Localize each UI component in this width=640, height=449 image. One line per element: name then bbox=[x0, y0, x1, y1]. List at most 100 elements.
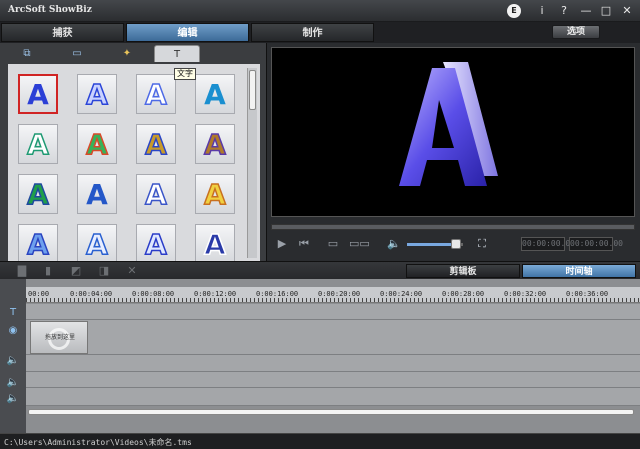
preview-screen: A bbox=[271, 46, 635, 217]
volume-knob[interactable] bbox=[451, 239, 461, 249]
text-style-letter: A bbox=[85, 77, 108, 112]
drop-zone-clip[interactable]: 拖放到这里 bbox=[30, 321, 88, 354]
text-style-letter: A bbox=[144, 77, 167, 112]
main-tab-bar: 捕获 编辑 制作 bbox=[0, 22, 640, 43]
timeline-area: T ◉ 🔈 🔈 🔈 00:00 0:00:04:00 0:00:08:00 0:00:… bbox=[0, 279, 640, 433]
text-style-letter: A bbox=[203, 177, 226, 212]
title-bar: ArcSoft ShowBiz E i ? — □ ✕ bbox=[0, 0, 640, 22]
voice-track[interactable] bbox=[26, 388, 640, 406]
text-style-letter: A bbox=[26, 227, 49, 261]
text-style-thumb[interactable]: A bbox=[136, 74, 176, 114]
status-bar: C:\Users\Administrator\Videos\未命名.tms bbox=[0, 433, 640, 449]
trash-icon[interactable]: ▇ bbox=[16, 265, 28, 277]
app-title: ArcSoft ShowBiz bbox=[8, 5, 92, 15]
text-style-thumb[interactable]: A bbox=[136, 174, 176, 214]
tab-timeline[interactable]: 时间轴 bbox=[522, 264, 636, 278]
tab-edit[interactable]: 编辑 bbox=[126, 23, 249, 42]
help-icon[interactable]: ? bbox=[556, 3, 572, 19]
tab-capture[interactable]: 捕获 bbox=[1, 23, 124, 42]
text-style-letter: A bbox=[204, 77, 226, 111]
timeline-horizontal-scrollbar[interactable] bbox=[28, 409, 634, 415]
project-file-path: C:\Users\Administrator\Videos\未命名.tms bbox=[4, 438, 192, 447]
text-style-thumb[interactable]: A bbox=[195, 224, 235, 261]
vertical-scrollbar[interactable] bbox=[247, 68, 257, 258]
text-style-thumb[interactable]: A bbox=[77, 124, 117, 164]
speaker-icon[interactable]: 🔈 bbox=[387, 237, 401, 251]
text-style-thumb[interactable]: A bbox=[195, 74, 235, 114]
fullscreen-icon[interactable]: ⛶ bbox=[475, 237, 489, 251]
ruler-tick-label: 00:00 bbox=[28, 290, 50, 298]
scrollbar-thumb[interactable] bbox=[249, 70, 256, 110]
mark-in-icon[interactable]: ▭ bbox=[323, 237, 343, 251]
ruler-tick-label: 0:00:36:00 bbox=[566, 290, 609, 298]
info-icon[interactable]: i bbox=[534, 3, 550, 19]
video-track[interactable] bbox=[26, 320, 640, 355]
cut-icon[interactable]: ✕ bbox=[126, 265, 138, 277]
text-style-thumb[interactable]: A bbox=[77, 224, 117, 261]
text-style-letter: A bbox=[26, 177, 49, 212]
ruler-tick-label: 0:00:28:00 bbox=[442, 290, 485, 298]
text-style-letter: A bbox=[203, 127, 226, 162]
text-style-thumb[interactable]: A bbox=[77, 74, 117, 114]
text-style-letter: A bbox=[86, 177, 108, 211]
text-style-letter: A bbox=[144, 177, 167, 212]
playback-progress-bar[interactable] bbox=[271, 224, 635, 230]
preview-letter: A bbox=[272, 48, 273, 49]
text-tool-icon[interactable]: T bbox=[154, 45, 200, 62]
text-style-thumb[interactable]: A bbox=[136, 224, 176, 261]
split-icon[interactable]: ◩ bbox=[70, 265, 82, 277]
text-style-thumb[interactable]: A bbox=[195, 174, 235, 214]
music-track-icon[interactable]: 🔈 bbox=[6, 377, 20, 389]
text-style-letter: A bbox=[26, 127, 49, 162]
text-style-letter: A bbox=[144, 127, 167, 162]
preview-letter-graphic: A bbox=[272, 46, 498, 186]
text-style-thumb[interactable]: A bbox=[18, 224, 58, 261]
film-transition-icon[interactable]: ▭ bbox=[54, 45, 100, 62]
tooltip-text: 文字 bbox=[174, 68, 196, 80]
mark-out-icon[interactable]: ▭▭ bbox=[349, 237, 370, 251]
microphone-icon[interactable]: ▮ bbox=[42, 265, 54, 277]
ruler-tick-label: 0:00:04:00 bbox=[70, 290, 113, 298]
text-style-letter: A bbox=[27, 77, 49, 111]
music-track[interactable] bbox=[26, 372, 640, 388]
ruler-tick-label: 0:00:12:00 bbox=[194, 290, 237, 298]
maximize-icon[interactable]: □ bbox=[598, 3, 614, 19]
text-style-letter: A bbox=[144, 227, 167, 261]
previous-frame-icon[interactable]: ⏮ bbox=[297, 237, 311, 251]
play-icon[interactable]: ▶ bbox=[275, 237, 289, 251]
close-icon[interactable]: ✕ bbox=[619, 3, 635, 19]
timeline-ruler[interactable]: 00:00 0:00:04:00 0:00:08:00 0:00:12:00 0:00:… bbox=[26, 287, 640, 303]
video-track-icon[interactable]: ◉ bbox=[6, 325, 20, 337]
text-style-letter: A bbox=[85, 227, 108, 261]
media-panel: ⧉ ▭ ✦ T AAAAAAAAAAAAAAAA bbox=[0, 43, 267, 261]
text-track[interactable] bbox=[26, 304, 640, 320]
tab-storyboard[interactable]: 剪辑板 bbox=[406, 264, 520, 278]
text-style-thumb[interactable]: A bbox=[195, 124, 235, 164]
text-style-thumb[interactable]: A bbox=[136, 124, 176, 164]
text-style-letter: A bbox=[203, 227, 226, 261]
current-timecode: 00:00:00.00 bbox=[521, 237, 575, 251]
text-style-thumb[interactable]: A bbox=[18, 74, 58, 114]
text-track-icon[interactable]: T bbox=[6, 307, 20, 319]
media-library-icon[interactable]: ⧉ bbox=[4, 45, 50, 62]
ruler-scale bbox=[26, 298, 640, 302]
track-header-column: T ◉ 🔈 🔈 🔈 bbox=[0, 279, 26, 433]
ruler-tick-label: 0:00:08:00 bbox=[132, 290, 175, 298]
audio-track[interactable] bbox=[26, 355, 640, 372]
drop-zone-label: 拖放到这里 bbox=[44, 334, 75, 341]
trim-icon[interactable]: ◨ bbox=[98, 265, 110, 277]
ruler-tick-label: 0:00:24:00 bbox=[380, 290, 423, 298]
text-style-grid: AAAAAAAAAAAAAAAA bbox=[8, 64, 260, 261]
audio-track-icon[interactable]: 🔈 bbox=[6, 355, 20, 367]
e-badge-icon[interactable]: E bbox=[507, 4, 521, 18]
text-style-thumb[interactable]: A bbox=[18, 174, 58, 214]
options-button[interactable]: 选项 bbox=[552, 25, 600, 39]
transport-controls: ▶ ⏮ ▭ ▭▭ 🔈 ⛶ 00:00:00.00 00:00:00.00 bbox=[271, 234, 635, 256]
text-style-thumb[interactable]: A bbox=[18, 124, 58, 164]
magic-wand-effects-icon[interactable]: ✦ bbox=[104, 45, 150, 62]
total-timecode: 00:00:00.00 bbox=[569, 237, 623, 251]
tab-produce[interactable]: 制作 bbox=[251, 23, 374, 42]
minimize-icon[interactable]: — bbox=[578, 3, 594, 19]
voice-track-icon[interactable]: 🔈 bbox=[6, 393, 20, 405]
text-style-thumb[interactable]: A bbox=[77, 174, 117, 214]
